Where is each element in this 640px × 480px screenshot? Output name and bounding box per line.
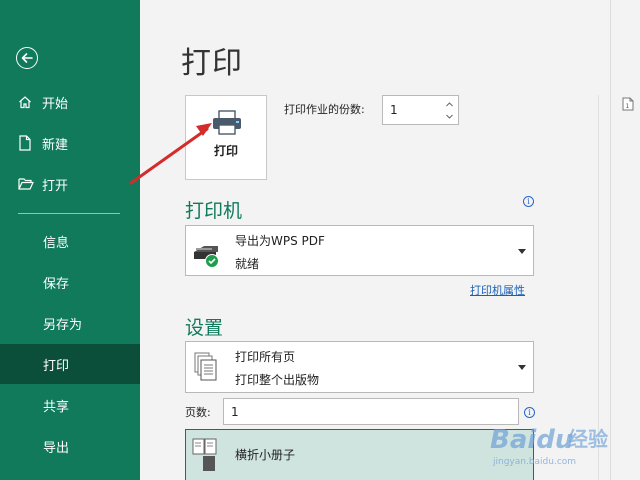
printer-properties-link[interactable]: 打印机属性 xyxy=(470,282,525,298)
dropdown-caret-icon xyxy=(518,365,526,370)
pages-input[interactable]: 1 xyxy=(223,398,519,425)
chevron-down-icon[interactable] xyxy=(445,111,454,123)
pages-value: 1 xyxy=(231,405,239,419)
sidebar-item-label: 保存 xyxy=(43,276,70,292)
sidebar-item-info[interactable]: 信息 xyxy=(0,221,140,261)
sidebar-item-new[interactable]: 新建 xyxy=(0,123,140,163)
print-range-select[interactable]: 打印所有页 打印整个出版物 xyxy=(185,341,534,393)
watermark-brand: Baidu xyxy=(490,425,573,455)
dropdown-caret-icon xyxy=(518,248,526,254)
sidebar-item-label: 另存为 xyxy=(43,317,83,333)
baidu-jingyan-watermark: Baidu 经验 jingyan.baidu.com xyxy=(488,420,628,476)
info-icon[interactable]: i xyxy=(523,196,534,207)
sidebar-item-export[interactable]: 导出 xyxy=(0,426,140,466)
sidebar-item-print[interactable]: 打印 xyxy=(0,344,140,384)
pages-info-icon[interactable]: i xyxy=(524,407,535,418)
booklet-option-label: 横折小册子 xyxy=(235,448,296,462)
page-title: 打印 xyxy=(181,46,243,81)
watermark-text: 经验 xyxy=(568,427,608,451)
sidebar-item-save[interactable]: 保存 xyxy=(0,262,140,302)
pages-label: 页数: xyxy=(185,406,211,419)
backstage-sidebar: 开始 新建 打开 信息 保存 另存为 打印 共享 导出 xyxy=(0,0,140,480)
copies-label: 打印作业的份数: xyxy=(284,103,365,116)
page-preview-icon[interactable]: 1 xyxy=(622,97,634,111)
folder-open-icon xyxy=(18,177,42,191)
watermark-url: jingyan.baidu.com xyxy=(492,457,576,467)
booklet-icon xyxy=(192,438,217,471)
preview-divider xyxy=(610,0,611,480)
svg-text:1: 1 xyxy=(626,103,630,110)
chevron-up-icon[interactable] xyxy=(445,98,454,110)
printer-ready-icon xyxy=(194,246,219,268)
sidebar-item-label: 开始 xyxy=(42,96,69,112)
printer-status: 就绪 xyxy=(235,257,260,271)
copies-stepper[interactable]: 1 xyxy=(382,95,459,125)
back-button[interactable] xyxy=(16,47,38,69)
printer-icon xyxy=(213,110,241,135)
sidebar-item-label: 导出 xyxy=(43,440,70,456)
sidebar-divider xyxy=(18,213,120,214)
booklet-select[interactable]: 横折小册子 xyxy=(185,429,534,480)
sidebar-item-share[interactable]: 共享 xyxy=(0,385,140,425)
home-icon xyxy=(18,95,42,109)
print-range-desc: 打印整个出版物 xyxy=(235,373,320,387)
sidebar-item-home[interactable]: 开始 xyxy=(0,82,140,122)
sidebar-item-open[interactable]: 打开 xyxy=(0,164,140,204)
print-button[interactable]: 打印 xyxy=(185,95,267,180)
print-button-label: 打印 xyxy=(213,144,238,158)
back-arrow-icon xyxy=(21,53,33,63)
sidebar-item-label: 新建 xyxy=(42,137,69,153)
printer-name: 导出为WPS PDF xyxy=(235,234,325,248)
print-range-title: 打印所有页 xyxy=(235,350,296,364)
printer-section-title: 打印机 xyxy=(185,200,243,222)
document-icon xyxy=(18,135,42,151)
sidebar-item-label: 打开 xyxy=(42,178,69,194)
sidebar-item-label: 共享 xyxy=(43,399,70,415)
copies-value: 1 xyxy=(390,103,398,117)
printer-select[interactable]: 导出为WPS PDF 就绪 xyxy=(185,225,534,276)
sidebar-item-label: 信息 xyxy=(43,235,70,251)
pages-icon xyxy=(194,352,217,381)
sidebar-item-label: 打印 xyxy=(43,358,70,374)
settings-section-title: 设置 xyxy=(185,317,224,339)
sidebar-item-save-as[interactable]: 另存为 xyxy=(0,303,140,343)
